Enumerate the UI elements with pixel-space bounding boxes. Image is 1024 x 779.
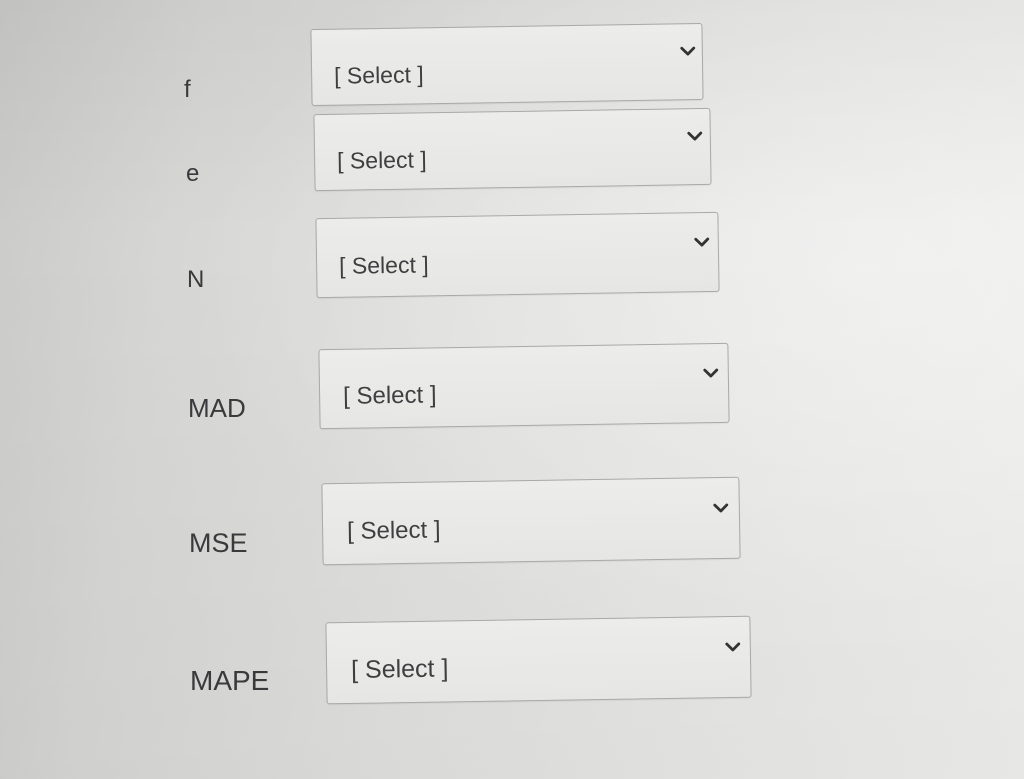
select-e-value: [ Select ]	[336, 146, 427, 174]
label-e: e	[186, 160, 200, 187]
chevron-down-icon	[703, 368, 719, 378]
label-mape: MAPE	[190, 665, 270, 696]
select-f-value: [ Select ]	[333, 61, 424, 89]
select-mse[interactable]: [ Select ]	[321, 476, 741, 566]
select-mad-value: [ Select ]	[342, 381, 437, 410]
label-mad: MAD	[188, 393, 246, 423]
chevron-down-icon	[687, 131, 703, 141]
chevron-down-icon	[680, 46, 696, 56]
select-mse-value: [ Select ]	[346, 516, 441, 545]
select-mape[interactable]: [ Select ]	[325, 615, 752, 705]
select-n-value: [ Select ]	[338, 251, 429, 279]
chevron-down-icon	[713, 503, 729, 513]
label-mse: MSE	[189, 528, 248, 558]
label-n: N	[187, 266, 205, 293]
select-mad[interactable]: [ Select ]	[318, 342, 730, 430]
chevron-down-icon	[694, 237, 710, 247]
chevron-down-icon	[725, 642, 741, 652]
select-mape-value: [ Select ]	[350, 654, 449, 684]
select-n[interactable]: [ Select ]	[315, 211, 720, 299]
label-f: f	[184, 76, 191, 103]
select-f[interactable]: [ Select ]	[310, 22, 704, 107]
select-e[interactable]: [ Select ]	[313, 107, 712, 192]
